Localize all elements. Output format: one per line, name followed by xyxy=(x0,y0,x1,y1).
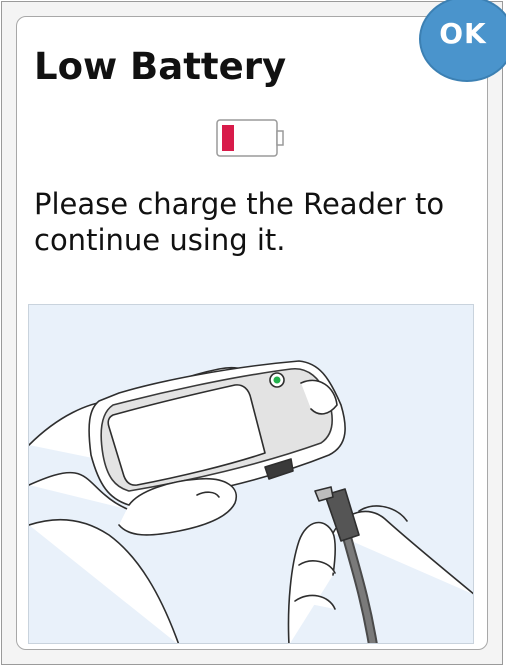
message-text: Please charge the Reader to continue usi… xyxy=(34,187,445,257)
battery-low-icon xyxy=(216,119,286,163)
page-title: Low Battery xyxy=(34,45,287,88)
ok-button-label: OK xyxy=(439,17,487,50)
charging-illustration xyxy=(28,304,474,644)
